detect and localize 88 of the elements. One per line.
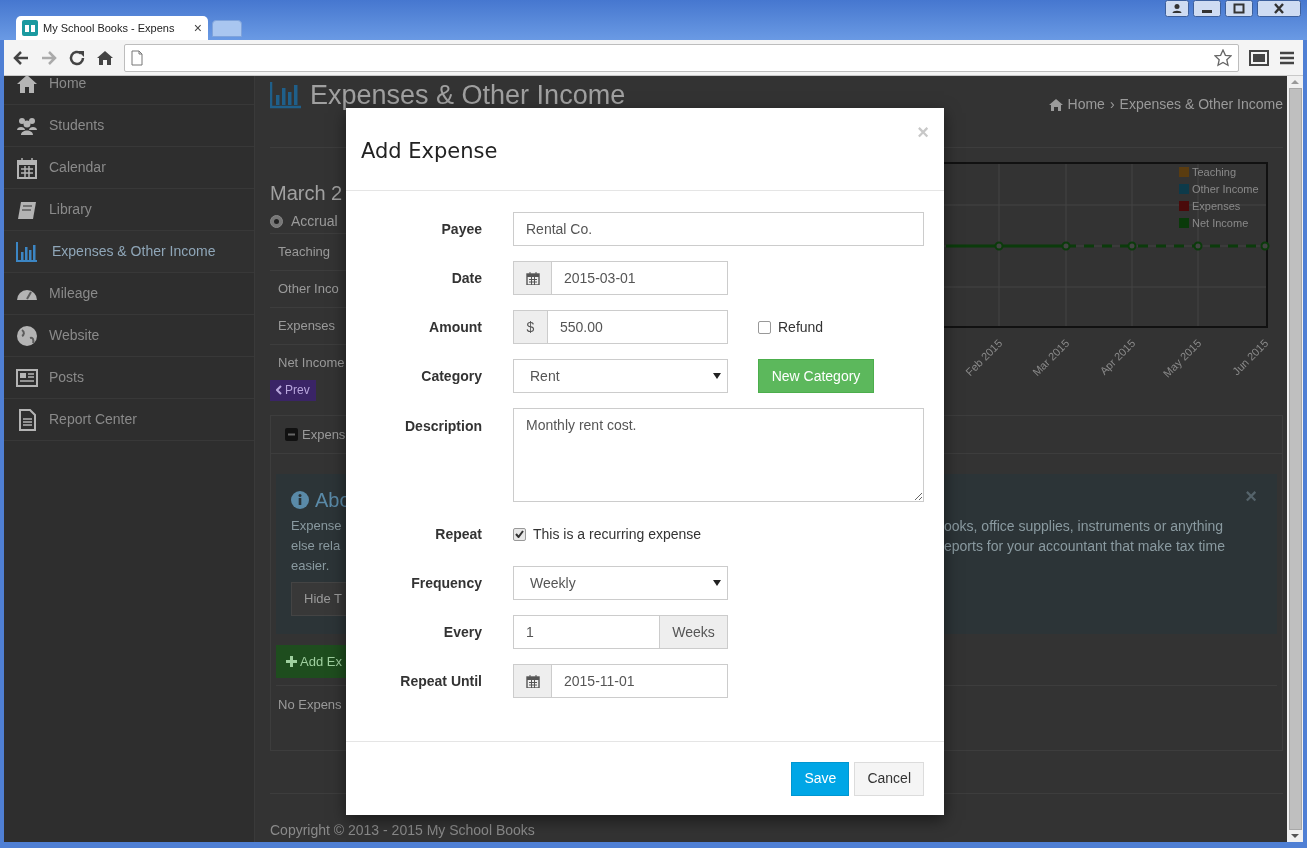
calendar-button[interactable]: [513, 664, 551, 698]
sidebar-item[interactable]: Home: [4, 76, 254, 105]
add-button[interactable]: Add Ex: [276, 644, 346, 678]
menu-icon[interactable]: [1279, 49, 1295, 66]
tab-close-button[interactable]: ×: [193, 21, 202, 35]
plus-icon: [286, 655, 297, 667]
close-icon[interactable]: [1257, 0, 1301, 17]
back-icon[interactable]: [12, 48, 30, 67]
info-text: easier.: [291, 556, 330, 575]
date-field[interactable]: 2015-11-01: [551, 664, 728, 698]
calendar-icon: [525, 271, 540, 285]
minimize-button[interactable]: [1193, 0, 1221, 17]
page-icon: [131, 49, 143, 66]
radio-button[interactable]: [270, 214, 283, 228]
page-title: Expenses & Other Income: [310, 80, 626, 110]
new-category-button[interactable]: New Category: [758, 359, 874, 393]
home-icon[interactable]: [96, 48, 114, 67]
field-label: Every: [442, 622, 482, 642]
newspaper-icon: [16, 366, 38, 389]
info-text: ooks, office supplies, instruments or anything: [944, 516, 1224, 536]
calendar-button[interactable]: [513, 261, 551, 295]
document-icon: [16, 408, 38, 431]
caret-icon: [713, 373, 721, 379]
browser-tab[interactable]: My School Books - Expens ×: [16, 16, 208, 40]
info-text: else rela: [291, 536, 341, 555]
book-icon: [22, 20, 38, 36]
modal-title: Add Expense: [361, 138, 498, 166]
info-text: Expense: [291, 516, 342, 535]
cancel-button[interactable]: Cancel: [854, 761, 924, 796]
legend-label: Expenses: [1192, 200, 1241, 212]
checkbox-label: Refund: [778, 317, 824, 337]
date-field[interactable]: 2015-03-01: [551, 261, 728, 295]
home-icon: [1048, 98, 1063, 111]
home-icon: [16, 76, 38, 95]
reload-icon[interactable]: [68, 48, 86, 67]
maximize-button[interactable]: [1225, 0, 1253, 17]
table-cell-text: Expenses: [278, 317, 336, 336]
field-label: Description: [404, 417, 482, 436]
calendar-icon: [525, 674, 540, 688]
number-field[interactable]: 1: [513, 615, 660, 649]
save-button[interactable]: Save: [791, 761, 850, 796]
prev-button[interactable]: Prev: [270, 380, 316, 401]
field-label: Frequency: [410, 573, 482, 593]
bar-chart-icon: [270, 81, 302, 109]
field-label: Payee: [440, 219, 482, 239]
field-label: Amount: [428, 317, 482, 337]
currency-addon: $: [513, 310, 547, 344]
checkbox[interactable]: [758, 320, 771, 334]
scrollbar[interactable]: [1287, 76, 1303, 842]
radio-label: Accrual: [291, 211, 338, 231]
panel-tab[interactable]: Expens: [302, 424, 346, 445]
footer-text: Copyright © 2013 - 2015 My School Books: [270, 822, 535, 838]
caret-icon: [713, 580, 721, 586]
checkbox[interactable]: [513, 527, 526, 541]
breadcrumb-separator: ›: [1109, 95, 1115, 114]
chevron-left-icon: [276, 385, 282, 396]
user-icon[interactable]: [1165, 0, 1189, 17]
period-title: March 2: [270, 181, 344, 205]
breadcrumb-link[interactable]: Home: [1067, 94, 1105, 115]
legend-label: Other Income: [1192, 183, 1259, 195]
select-field[interactable]: Weekly: [513, 566, 728, 600]
tab-title: My School Books - Expens: [43, 20, 175, 36]
legend-label: Net Income: [1192, 217, 1249, 229]
field-label: Date: [450, 268, 482, 288]
table-cell-text: Other Inco: [278, 280, 339, 299]
empty-message: No Expens: [278, 696, 342, 712]
bar-chart-icon: [16, 240, 38, 263]
info-icon: [291, 490, 309, 509]
window-icon[interactable]: [1249, 49, 1269, 66]
collapse-icon[interactable]: [285, 427, 298, 441]
globe-icon: [16, 324, 38, 347]
calendar-icon: [16, 156, 38, 179]
star-icon[interactable]: [1214, 48, 1232, 67]
amount-field[interactable]: 550.00: [547, 310, 728, 344]
field-label: Repeat: [434, 524, 482, 544]
checkbox-label: This is a recurring expense: [533, 524, 702, 544]
select-field[interactable]: Rent: [513, 359, 728, 393]
field-label: Repeat Until: [399, 671, 482, 691]
unit-addon: Weeks: [660, 615, 728, 649]
table-cell-text: Teaching: [278, 243, 331, 262]
table-cell-text: Net Income: [278, 354, 345, 373]
check-icon: [515, 530, 524, 538]
info-text: eports for your accountant that make tax time: [944, 536, 1225, 556]
legend-label: Teaching: [1192, 166, 1237, 178]
field-label: Category: [420, 366, 482, 386]
description-field[interactable]: Monthly rent cost.: [513, 408, 924, 502]
text-field[interactable]: Rental Co.: [513, 212, 924, 246]
breadcrumb-link[interactable]: Expenses & Other Income: [1119, 94, 1283, 115]
